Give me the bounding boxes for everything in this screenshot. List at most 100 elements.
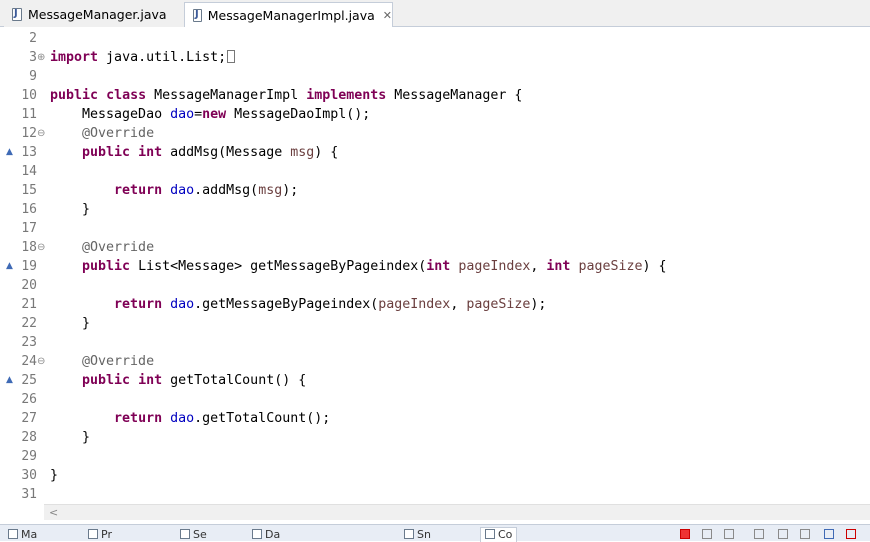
code-token: ) { — [642, 259, 667, 274]
scroll-left-icon[interactable]: < — [49, 505, 58, 520]
code-line[interactable]: 20 — [0, 276, 870, 295]
expand-fold-icon[interactable]: ⊕ — [37, 48, 47, 67]
bottom-tab-servers[interactable]: Se — [180, 528, 207, 541]
code-token: dao — [170, 411, 195, 426]
code-token: return — [114, 411, 163, 426]
code-line[interactable]: 16 } — [0, 200, 870, 219]
collapse-fold-icon[interactable]: ⊖ — [37, 124, 47, 143]
code-line[interactable]: 15 return dao.addMsg(msg); — [0, 181, 870, 200]
line-number: 26 — [21, 392, 37, 407]
code-line[interactable]: 22 } — [0, 314, 870, 333]
code-token: ); — [530, 297, 547, 312]
horizontal-scrollbar[interactable]: < — [44, 504, 870, 520]
code-token: implements — [306, 88, 387, 103]
bottom-tab-snippets[interactable]: Sn — [404, 528, 431, 541]
remove-launch-icon[interactable] — [702, 529, 712, 539]
code-line[interactable]: 30} — [0, 466, 870, 485]
close-icon[interactable]: ✕ — [383, 9, 392, 22]
bottom-tab-properties[interactable]: Pr — [88, 528, 112, 541]
code-line[interactable]: 3 ⊕ import java.util.List; — [0, 48, 870, 67]
code-token: getTotalCount() { — [162, 373, 307, 388]
bottom-tab-data-source[interactable]: Da — [252, 528, 280, 541]
bottom-tab-label: Da — [265, 528, 281, 541]
code-token: int — [546, 259, 571, 274]
tab-message-manager[interactable]: MessageManager.java — [4, 2, 184, 27]
code-line[interactable]: 31 — [0, 485, 870, 504]
tab-message-manager-impl[interactable]: MessageManagerImpl.java ✕ — [184, 2, 393, 28]
code-line[interactable]: 13 ▲ public int addMsg(Message msg) { — [0, 143, 870, 162]
code-line[interactable]: 19 ▲ public List<Message> getMessageByPag… — [0, 257, 870, 276]
clear-console-icon[interactable] — [754, 529, 764, 539]
code-token: addMsg(Message — [162, 145, 291, 160]
code-token: ); — [282, 183, 299, 198]
bottom-tab-label: Se — [193, 528, 207, 541]
code-text: MessageDao dao=new MessageDaoImpl(); — [50, 105, 370, 124]
code-line[interactable]: 11 MessageDao dao=new MessageDaoImpl(); — [0, 105, 870, 124]
code-token: MessageManagerImpl — [146, 88, 307, 103]
code-text: public List<Message> getMessageByPageind… — [50, 257, 667, 276]
code-token: public — [82, 259, 131, 274]
tab-label: MessageManager.java — [28, 7, 167, 22]
bottom-tab-markers[interactable]: Ma — [8, 528, 37, 541]
line-number: 27 — [21, 411, 37, 426]
code-text: } — [50, 466, 58, 485]
folded-imports-box[interactable] — [227, 50, 236, 63]
code-token: int — [426, 259, 451, 274]
code-token: = — [194, 107, 203, 122]
code-line[interactable]: 26 — [0, 390, 870, 409]
code-line[interactable]: 25 ▲ public int getTotalCount() { — [0, 371, 870, 390]
code-text: } — [50, 428, 90, 447]
remove-all-icon[interactable] — [724, 529, 734, 539]
code-line[interactable]: 18 ⊖ @Override — [0, 238, 870, 257]
word-wrap-icon[interactable] — [800, 529, 810, 539]
line-number: 23 — [21, 335, 37, 350]
code-token: .addMsg( — [194, 183, 259, 198]
collapse-fold-icon[interactable]: ⊖ — [37, 238, 47, 257]
code-line[interactable]: 23 — [0, 333, 870, 352]
line-number: 21 — [21, 297, 37, 312]
code-line[interactable]: 12 ⊖ @Override — [0, 124, 870, 143]
collapse-fold-icon[interactable]: ⊖ — [37, 352, 47, 371]
display-console-icon[interactable] — [846, 529, 856, 539]
code-line[interactable]: 17 — [0, 219, 870, 238]
code-line[interactable]: 2 — [0, 29, 870, 48]
code-line[interactable]: 29 — [0, 447, 870, 466]
pin-console-icon[interactable] — [824, 529, 834, 539]
override-marker-icon[interactable]: ▲ — [6, 257, 15, 276]
code-token: MessageManager { — [386, 88, 523, 103]
code-text: @Override — [50, 124, 154, 143]
override-marker-icon[interactable]: ▲ — [6, 371, 15, 390]
code-line[interactable]: 10 public class MessageManagerImpl implem… — [0, 86, 870, 105]
code-text: @Override — [50, 238, 154, 257]
code-line[interactable]: 24 ⊖ @Override — [0, 352, 870, 371]
line-number: 9 — [29, 69, 37, 84]
code-token: MessageDao — [50, 107, 171, 122]
code-line[interactable]: 14 — [0, 162, 870, 181]
bottom-panel-tabs: Ma Pr Se Da Sn Co — [0, 524, 870, 542]
override-marker-icon[interactable]: ▲ — [6, 143, 15, 162]
code-line[interactable]: 21 return dao.getMessageByPageindex(page… — [0, 295, 870, 314]
line-number: 20 — [21, 278, 37, 293]
code-line[interactable]: 9 — [0, 67, 870, 86]
scroll-lock-icon[interactable] — [778, 529, 788, 539]
code-token: @Override — [50, 240, 155, 255]
code-token: MessageDaoImpl(); — [226, 107, 371, 122]
console-icon — [485, 529, 495, 539]
snippets-icon — [404, 529, 414, 539]
code-text: @Override — [50, 352, 154, 371]
terminate-icon[interactable] — [680, 529, 690, 539]
code-editor[interactable]: 2 3 ⊕ import java.util.List; 9 10 public class… — [0, 27, 870, 504]
code-token: ) { — [314, 145, 339, 160]
code-token: dao — [170, 107, 195, 122]
code-token: pageIndex — [458, 259, 531, 274]
code-line[interactable]: 27 return dao.getTotalCount(); — [0, 409, 870, 428]
code-line[interactable]: 28 } — [0, 428, 870, 447]
code-token: java.util.List; — [98, 50, 227, 65]
code-text: import java.util.List; — [50, 48, 236, 67]
